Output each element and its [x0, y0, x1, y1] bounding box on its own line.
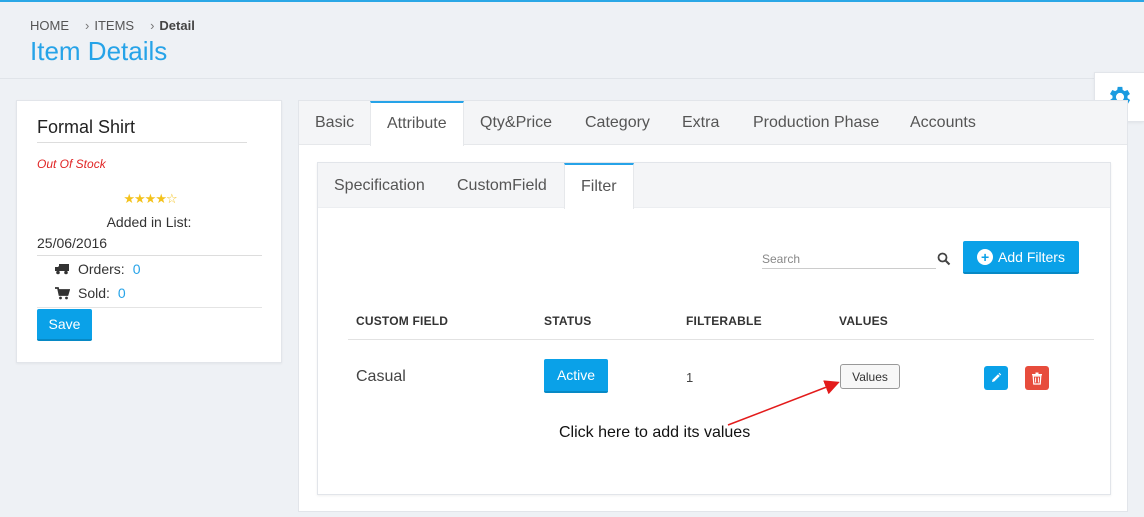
search-input[interactable] — [762, 249, 936, 269]
column-header-custom-field: CUSTOM FIELD — [356, 314, 449, 328]
cart-icon — [55, 286, 70, 299]
status-active-button[interactable]: Active — [544, 359, 608, 393]
column-header-status: STATUS — [544, 314, 592, 328]
orders-stat: Orders: 0 — [55, 261, 140, 277]
divider — [37, 307, 262, 308]
save-button[interactable]: Save — [37, 309, 92, 341]
column-header-filterable: FILTERABLE — [686, 314, 762, 328]
cell-custom-field: Casual — [356, 368, 406, 385]
star-filled-icon: ★ — [134, 191, 146, 206]
plus-circle-icon: + — [977, 248, 994, 265]
added-date: 25/06/2016 — [37, 235, 108, 251]
trash-icon — [1032, 372, 1042, 385]
truck-icon — [55, 264, 69, 275]
pencil-icon — [992, 372, 1002, 382]
cell-filterable: 1 — [686, 370, 694, 385]
values-button[interactable]: Values — [840, 364, 900, 389]
rating-stars: ★★★★☆ — [17, 191, 283, 207]
orders-label: Orders: — [78, 261, 125, 277]
star-filled-icon: ★ — [123, 191, 135, 206]
attribute-subtabs: Specification CustomField Filter — [318, 163, 1110, 209]
breadcrumb-separator: › — [150, 18, 155, 33]
product-summary-card: Formal Shirt Out Of Stock ★★★★☆ Added in… — [16, 100, 282, 363]
tab-extra[interactable]: Extra — [666, 101, 735, 145]
item-details-panel: Basic Attribute Qty&Price Category Extra… — [298, 100, 1128, 512]
edit-button[interactable] — [984, 366, 1008, 390]
divider — [37, 142, 247, 143]
breadcrumb-items[interactable]: ITEMS — [94, 18, 134, 33]
column-header-values: VALUES — [839, 314, 888, 328]
sold-stat: Sold: 0 — [55, 285, 126, 301]
tab-production-phase[interactable]: Production Phase — [737, 101, 895, 145]
orders-value[interactable]: 0 — [133, 261, 141, 277]
breadcrumb-separator: › — [85, 18, 90, 33]
breadcrumb-current: Detail — [159, 18, 195, 33]
search-icon[interactable] — [937, 252, 951, 266]
add-filters-label: Add Filters — [998, 248, 1065, 265]
subtab-filter[interactable]: Filter — [564, 163, 634, 209]
main-tabs: Basic Attribute Qty&Price Category Extra… — [299, 101, 1127, 146]
subtab-specification[interactable]: Specification — [318, 163, 441, 208]
attribute-panel: Specification CustomField Filter + Add F… — [317, 162, 1111, 495]
search-box — [762, 249, 952, 269]
star-filled-icon: ★ — [155, 191, 167, 206]
stock-status: Out Of Stock — [37, 157, 106, 171]
tab-attribute[interactable]: Attribute — [370, 101, 464, 146]
tab-category[interactable]: Category — [569, 101, 666, 145]
subtab-customfield[interactable]: CustomField — [441, 163, 563, 208]
added-label: Added in List: — [106, 214, 192, 230]
star-empty-icon: ☆ — [165, 191, 178, 206]
page-title: Item Details — [30, 36, 168, 66]
page-header: HOME › ITEMS › Detail Item Details — [0, 2, 1144, 79]
product-name: Formal Shirt — [37, 117, 136, 137]
star-filled-icon: ★ — [144, 191, 157, 206]
breadcrumb: HOME › ITEMS › Detail — [30, 18, 195, 33]
breadcrumb-home[interactable]: HOME — [30, 18, 69, 33]
delete-button[interactable] — [1025, 366, 1049, 390]
add-filters-button[interactable]: + Add Filters — [963, 241, 1079, 274]
tab-qty-price[interactable]: Qty&Price — [464, 101, 568, 145]
divider — [37, 255, 262, 256]
annotation-text: Click here to add its values — [559, 424, 751, 441]
sold-value[interactable]: 0 — [118, 285, 126, 301]
sold-label: Sold: — [78, 285, 110, 301]
tab-basic[interactable]: Basic — [299, 101, 370, 145]
table-header-divider — [348, 339, 1094, 340]
tab-accounts[interactable]: Accounts — [894, 101, 992, 145]
